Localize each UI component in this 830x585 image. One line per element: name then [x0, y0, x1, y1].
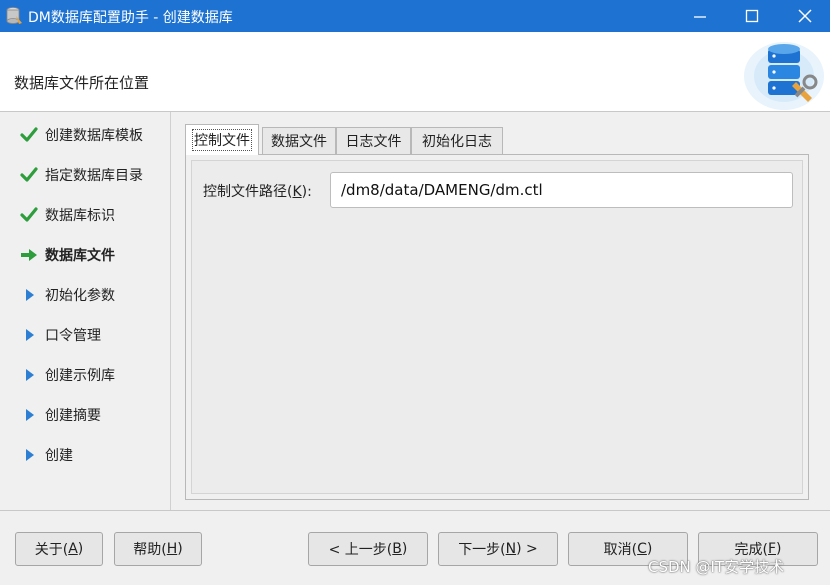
mnemonic-key: N: [505, 541, 517, 557]
triangle-right-icon: [20, 286, 38, 304]
close-icon: [798, 9, 812, 23]
step-db-identifier: 数据库标识: [0, 200, 170, 230]
button-label: ): [177, 541, 183, 557]
next-button[interactable]: 下一步(N) >: [438, 532, 558, 566]
check-icon: [20, 166, 38, 184]
control-file-panel: 控制文件路径(K):: [191, 160, 803, 494]
triangle-right-icon: [20, 406, 38, 424]
step-label: 指定数据库目录: [45, 168, 143, 184]
mnemonic-key: B: [392, 541, 402, 557]
control-file-path-label: 控制文件路径(K):: [203, 181, 312, 201]
step-db-files: 数据库文件: [0, 240, 170, 270]
step-create: 创建: [0, 440, 170, 470]
button-label: 下一步(: [458, 542, 506, 558]
step-sample-db: 创建示例库: [0, 360, 170, 390]
tab-data-file[interactable]: 数据文件: [262, 127, 336, 154]
step-label: 数据库文件: [45, 248, 115, 264]
maximize-button[interactable]: [727, 0, 777, 32]
wizard-steps: 创建数据库模板 指定数据库目录 数据库标识 数据库文件 初始化参数 口令管理 创…: [0, 112, 170, 510]
label-text: ):: [301, 184, 312, 200]
step-label: 创建示例库: [45, 368, 115, 384]
step-label: 口令管理: [45, 328, 101, 344]
step-init-params: 初始化参数: [0, 280, 170, 310]
step-create-template: 创建数据库模板: [0, 120, 170, 150]
close-button[interactable]: [780, 0, 830, 32]
back-button[interactable]: < 上一步(B): [308, 532, 428, 566]
mnemonic-key: H: [166, 541, 178, 557]
arrow-right-icon: [20, 246, 38, 264]
page-title: 数据库文件所在位置: [14, 74, 150, 92]
step-summary: 创建摘要: [0, 400, 170, 430]
label-text: 控制文件路径(: [203, 184, 293, 200]
mnemonic-key: A: [68, 541, 78, 557]
button-label: < 上一步(: [328, 542, 393, 558]
tab-control-file[interactable]: 控制文件: [185, 124, 259, 155]
step-label: 创建: [45, 448, 73, 464]
button-label: ): [77, 541, 84, 557]
button-label: 帮助(: [133, 542, 167, 558]
app-icon: [6, 7, 22, 24]
about-button[interactable]: 关于(A): [15, 532, 103, 566]
title-bar: DM数据库配置助手 - 创建数据库: [0, 0, 830, 32]
tab-label: 控制文件: [192, 129, 252, 151]
button-label: ): [401, 541, 408, 557]
mnemonic-key: C: [637, 541, 647, 557]
maximize-icon: [745, 9, 759, 23]
step-label: 创建数据库模板: [45, 128, 143, 144]
main-panel: 控制文件 数据文件 日志文件 初始化日志 控制文件路径(K):: [171, 112, 830, 510]
tab-log-file[interactable]: 日志文件: [336, 127, 411, 154]
triangle-right-icon: [20, 326, 38, 344]
triangle-right-icon: [20, 446, 38, 464]
minimize-icon: [694, 16, 706, 18]
mnemonic-key: F: [767, 541, 777, 557]
button-label: 关于(: [34, 542, 69, 558]
button-label: ): [646, 541, 653, 557]
button-label: ) >: [516, 541, 538, 557]
watermark-text: CSDN @IT安学技术: [648, 558, 785, 576]
window-title: DM数据库配置助手 - 创建数据库: [28, 10, 233, 26]
minimize-button[interactable]: [675, 0, 725, 32]
step-db-directory: 指定数据库目录: [0, 160, 170, 190]
button-label: ): [776, 541, 782, 557]
tab-init-log[interactable]: 初始化日志: [411, 127, 503, 154]
step-label: 初始化参数: [45, 288, 115, 304]
mnemonic-key: K: [292, 184, 302, 200]
triangle-right-icon: [20, 366, 38, 384]
tab-label: 初始化日志: [422, 134, 492, 150]
tab-label: 数据文件: [271, 134, 327, 150]
page-header: 数据库文件所在位置: [0, 32, 830, 112]
check-icon: [20, 206, 38, 224]
step-password: 口令管理: [0, 320, 170, 350]
button-label: 取消(: [603, 542, 638, 558]
control-file-path-input[interactable]: [330, 172, 793, 208]
step-label: 数据库标识: [45, 208, 115, 224]
help-button[interactable]: 帮助(H): [114, 532, 202, 566]
step-label: 创建摘要: [45, 408, 101, 424]
database-settings-icon: [744, 42, 824, 110]
check-icon: [20, 126, 38, 144]
tab-label: 日志文件: [345, 134, 402, 150]
tab-panel: 控制文件路径(K):: [185, 154, 809, 500]
